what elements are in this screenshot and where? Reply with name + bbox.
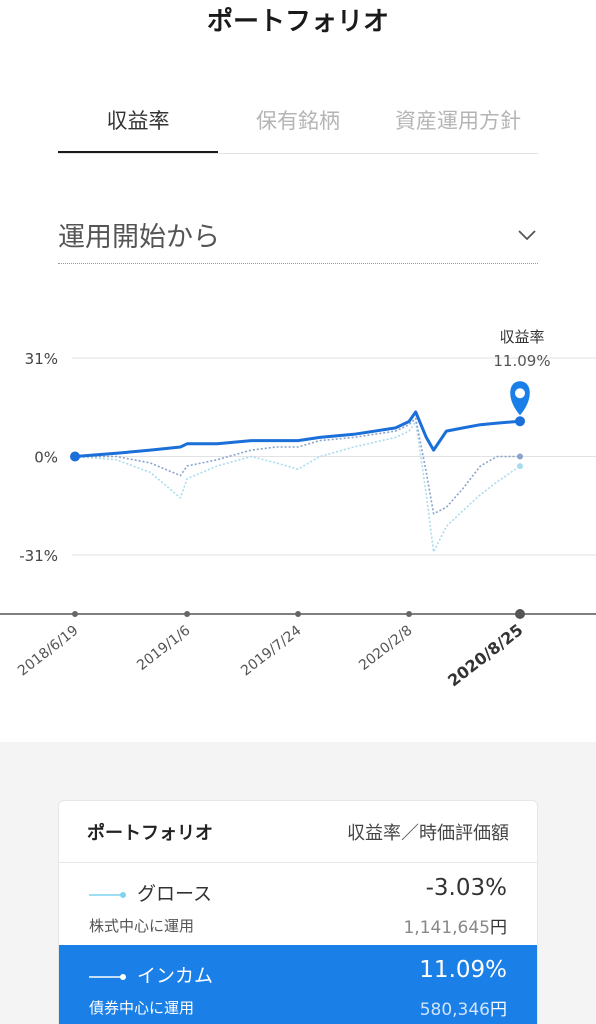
amount-value: 1,141,645 [403,918,490,938]
portfolio-subtitle: 株式中心に運用 [89,917,195,935]
x-tick-label: 2019/1/6 [134,622,193,673]
returns-chart[interactable]: 31% 0% -31% 2018/6/19 2019/1/6 2019/7/24 2020/… [0,290,596,710]
marker-value: 11.09% [493,352,550,370]
card-header: ポートフォリオ 収益率／時価評価額 [59,801,537,863]
series-end-dot [517,453,523,460]
series-start-dot [70,451,80,462]
portfolio-return: -3.03% [425,875,507,901]
map-pin-hole [515,388,525,399]
x-tick-dot [515,609,525,619]
portfolio-row-income[interactable]: インカム 11.09% 債券中心に運用 580,346円 [59,945,537,1024]
tab-holdings[interactable]: 保有銘柄 [218,96,378,153]
page-title: ポートフォリオ [206,7,389,37]
marker-label: 収益率 [499,328,544,346]
portfolio-subtitle: 債券中心に運用 [89,999,195,1017]
portfolio-card: ポートフォリオ 収益率／時価評価額 グロース -3.03% 株式中心に運用 1,… [58,800,538,1024]
amount-unit: 円 [490,918,507,938]
portfolio-return: 11.09% [419,957,507,983]
period-select-label: 運用開始から [58,222,220,253]
portfolio-amount: 580,346円 [420,995,507,1020]
x-tick-label: 2018/6/19 [15,623,81,680]
series-line-icon [89,974,126,980]
series-line [74,410,521,458]
portfolio-amount: 1,141,645円 [403,913,507,938]
series-line [75,417,520,515]
x-tick-dot [406,611,413,617]
y-tick-label: 31% [25,350,58,368]
card-header-title: ポートフォリオ [87,822,213,844]
tab-investment-policy[interactable]: 資産運用方針 [378,96,538,153]
series-line-icon [89,892,126,898]
card-header-columns: 収益率／時価評価額 [347,822,509,844]
chevron-down-icon [518,229,536,240]
amount-unit: 円 [490,1000,507,1020]
y-tick-label: -31% [19,547,58,565]
portfolio-name: インカム [137,965,214,987]
x-tick-label: 2019/7/24 [238,622,304,679]
series-end-dot [515,416,525,427]
tab-bar: 収益率 保有銘柄 資産運用方針 [58,96,538,154]
tab-returns[interactable]: 収益率 [58,96,218,153]
x-tick-dot [184,611,191,617]
y-tick-label: 0% [34,449,58,467]
period-select[interactable]: 運用開始から [58,206,538,264]
amount-value: 580,346 [419,1000,490,1020]
x-tick-label: 2020/2/8 [356,623,415,674]
x-tick-dot [295,611,302,617]
portfolio-row-growth[interactable]: グロース -3.03% 株式中心に運用 1,141,645円 [59,863,537,945]
portfolio-name: グロース [137,883,213,905]
series-end-dot [517,463,523,470]
x-tick-label: 2020/8/25 [444,620,526,690]
x-tick-dot [72,611,78,617]
